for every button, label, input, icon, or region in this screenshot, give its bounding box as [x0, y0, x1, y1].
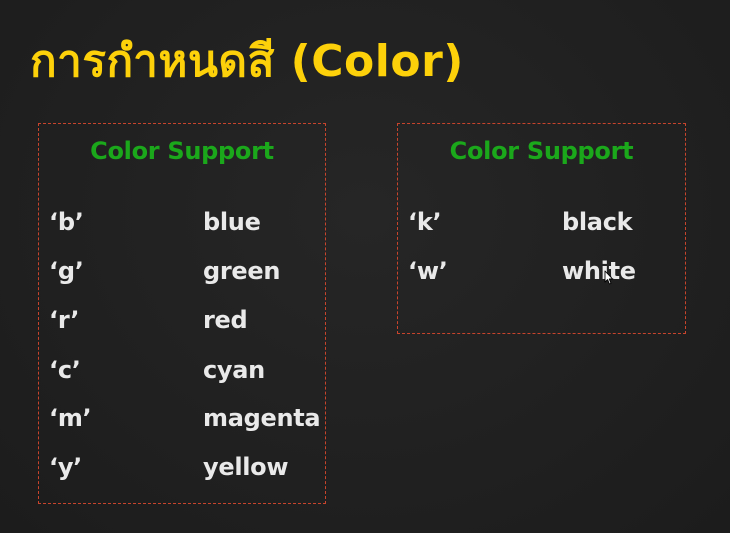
- color-code: ‘b’: [49, 208, 84, 236]
- color-row-cyan: ‘c’ cyan: [39, 354, 325, 386]
- color-name: black: [562, 208, 633, 236]
- color-code: ‘k’: [408, 208, 442, 236]
- color-name: green: [203, 257, 281, 285]
- color-row-green: ‘g’ green: [39, 255, 325, 287]
- color-name: cyan: [203, 356, 265, 384]
- color-code: ‘m’: [49, 404, 92, 432]
- mouse-pointer-icon: [604, 270, 614, 285]
- color-support-panel-left: Color Support ‘b’ blue ‘g’ green ‘r’ red…: [38, 123, 326, 504]
- panel-heading: Color Support: [449, 137, 634, 165]
- panel-heading: Color Support: [90, 137, 274, 165]
- color-name: red: [203, 306, 248, 334]
- color-code: ‘c’: [49, 356, 81, 384]
- color-row-red: ‘r’ red: [39, 304, 325, 336]
- color-code: ‘w’: [408, 257, 448, 285]
- color-row-black: ‘k’ black: [398, 206, 685, 238]
- slide-title: การกำหนดสี (Color): [30, 36, 464, 87]
- color-code: ‘g’: [49, 257, 84, 285]
- color-name: white: [562, 257, 636, 285]
- color-row-yellow: ‘y’ yellow: [39, 451, 325, 483]
- color-code: ‘r’: [49, 306, 80, 334]
- color-name: magenta: [203, 404, 321, 432]
- color-name: yellow: [203, 453, 289, 481]
- color-code: ‘y’: [49, 453, 82, 481]
- color-row-magenta: ‘m’ magenta: [39, 402, 325, 434]
- color-name: blue: [203, 208, 261, 236]
- color-row-blue: ‘b’ blue: [39, 206, 325, 238]
- color-row-white: ‘w’ white: [398, 255, 685, 287]
- color-support-panel-right: Color Support ‘k’ black ‘w’ white: [397, 123, 686, 334]
